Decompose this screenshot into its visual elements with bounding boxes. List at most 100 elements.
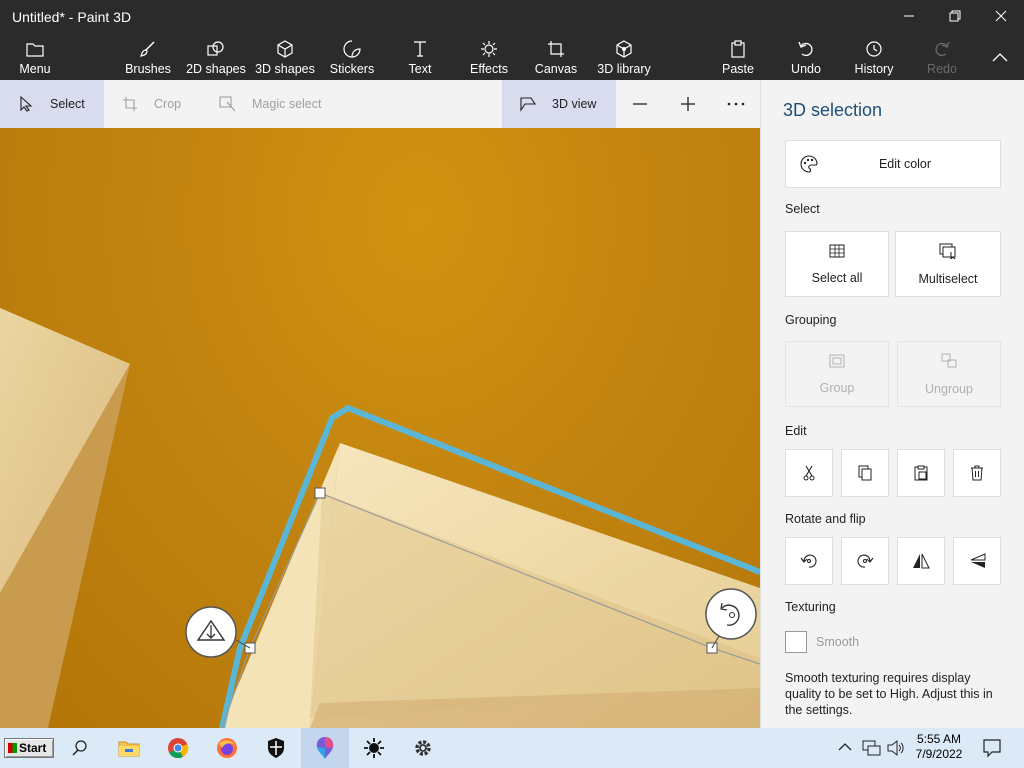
undo-icon (797, 38, 815, 60)
select-tool[interactable]: Select (0, 80, 104, 128)
edit-color-label: Edit color (878, 157, 932, 171)
rotate-right-icon (857, 554, 874, 568)
crop-tool[interactable]: Crop (104, 80, 196, 128)
start-button[interactable]: Start (4, 738, 54, 758)
effects-label: Effects (470, 62, 508, 76)
effects-button[interactable]: Effects (466, 36, 512, 78)
smooth-checkbox[interactable] (785, 631, 807, 653)
paste-label: Paste (722, 62, 754, 76)
close-button[interactable] (978, 0, 1024, 32)
ellipsis-icon (727, 102, 745, 106)
3d-library-button[interactable]: 3D library (596, 36, 652, 78)
panel-title: 3D selection (783, 100, 883, 120)
3d-view-toggle[interactable]: 3D view (502, 80, 616, 128)
ungroup-icon (941, 353, 957, 372)
ungroup-button[interactable]: Ungroup (897, 341, 1001, 407)
2d-shapes-icon (206, 38, 226, 60)
clock-time: 5:55 AM (916, 732, 962, 746)
select-all-button[interactable]: Select all (785, 231, 889, 297)
search-taskbar-button[interactable] (56, 728, 104, 768)
grouping-heading: Grouping (785, 313, 837, 327)
notifications-button[interactable] (982, 738, 1002, 763)
rotate-left-button[interactable] (785, 537, 833, 585)
chrome-taskbar-button[interactable] (154, 728, 202, 768)
folder-icon (26, 38, 44, 60)
maximize-button[interactable] (932, 0, 978, 32)
redo-button[interactable]: Redo (924, 36, 960, 78)
chevron-up-tray-icon[interactable] (838, 740, 852, 759)
plus-icon (681, 97, 695, 111)
clock[interactable]: 5:55 AM 7/9/2022 (908, 732, 970, 762)
multiselect-icon (939, 243, 957, 262)
volume-icon[interactable] (886, 738, 906, 763)
zoom-in-button[interactable] (676, 80, 700, 128)
clipboard-icon (730, 38, 746, 60)
multiselect-button[interactable]: Multiselect (895, 231, 1001, 297)
collapse-ribbon-button[interactable] (986, 36, 1014, 78)
group-label: Group (819, 380, 855, 395)
undo-label: Undo (791, 62, 821, 76)
history-button[interactable]: History (852, 36, 896, 78)
paste-panel-button[interactable] (897, 449, 945, 497)
start-label: Start (19, 741, 47, 755)
firefox-icon (217, 738, 237, 758)
notification-icon (983, 739, 1001, 758)
selected-cube[interactable] (220, 443, 760, 728)
flip-vertical-button[interactable] (953, 537, 1001, 585)
zoom-out-button[interactable] (628, 80, 652, 128)
copy-button[interactable] (841, 449, 889, 497)
canvas[interactable] (0, 128, 760, 728)
edit-heading: Edit (785, 424, 807, 438)
taskbar: Start 5:55 AM 7/9/2022 (0, 728, 1024, 768)
history-icon (865, 38, 883, 60)
more-options-button[interactable] (724, 80, 748, 128)
redo-icon (933, 38, 951, 60)
flip-horizontal-icon (913, 553, 930, 569)
shield-icon (268, 738, 284, 758)
file-explorer-taskbar-button[interactable] (105, 728, 153, 768)
background-cube[interactable] (0, 308, 130, 728)
move-depth-handle[interactable] (185, 606, 237, 658)
canvas-button[interactable]: Canvas (534, 36, 578, 78)
resize-handle-top[interactable] (314, 487, 326, 499)
trash-icon (971, 465, 983, 481)
file-explorer-icon (118, 741, 140, 757)
brightness-taskbar-button[interactable] (350, 728, 398, 768)
brushes-button[interactable]: Brushes (124, 36, 172, 78)
menu-button[interactable]: Menu (14, 36, 56, 78)
group-icon (829, 354, 845, 371)
3d-shapes-button[interactable]: 3D shapes (254, 36, 316, 78)
2d-shapes-button[interactable]: 2D shapes (186, 36, 246, 78)
ungroup-label: Ungroup (925, 381, 973, 396)
canvas-crop-icon (547, 38, 565, 60)
group-button[interactable]: Group (785, 341, 889, 407)
brushes-label: Brushes (125, 62, 171, 76)
clock-date: 7/9/2022 (915, 747, 963, 761)
delete-button[interactable] (953, 449, 1001, 497)
flip-horizontal-button[interactable] (897, 537, 945, 585)
network-icon[interactable] (862, 738, 882, 763)
cut-button[interactable] (785, 449, 833, 497)
rotate-right-button[interactable] (841, 537, 889, 585)
paste-button[interactable]: Paste (718, 36, 758, 78)
crop-label: Crop (154, 97, 182, 111)
settings-taskbar-button[interactable] (399, 728, 447, 768)
undo-button[interactable]: Undo (788, 36, 824, 78)
3d-scene[interactable] (0, 128, 760, 728)
firefox-taskbar-button[interactable] (203, 728, 251, 768)
stickers-button[interactable]: Stickers (328, 36, 376, 78)
paste-icon (914, 465, 928, 481)
3d-view-label: 3D view (552, 97, 597, 111)
palette-icon (800, 155, 818, 176)
toolbar: Select Crop Magic select 3D view (0, 80, 760, 128)
minimize-button[interactable] (886, 0, 932, 32)
paint-3d-taskbar-button[interactable] (301, 728, 349, 768)
security-taskbar-button[interactable] (252, 728, 300, 768)
text-label: Text (408, 62, 432, 76)
edit-color-button[interactable]: Edit color (785, 140, 1001, 188)
magic-select-tool[interactable]: Magic select (202, 80, 342, 128)
rotate-heading: Rotate and flip (785, 512, 866, 526)
rotate-handle[interactable] (705, 588, 757, 640)
flip-vertical-icon (970, 553, 986, 568)
text-button[interactable]: Text (404, 36, 436, 78)
